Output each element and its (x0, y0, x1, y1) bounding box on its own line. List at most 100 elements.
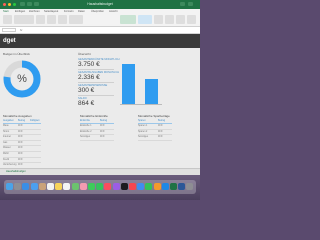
table-cell[interactable]: Miete (3, 124, 18, 129)
ribbon-tab-5[interactable]: Daten (78, 9, 85, 14)
bold-icon[interactable] (36, 15, 45, 24)
facetime-icon[interactable] (96, 183, 104, 190)
font-box[interactable] (14, 15, 34, 24)
table-cell[interactable]: 00 € (100, 124, 114, 129)
autosave-icon[interactable] (20, 2, 25, 6)
ribbon-tab-6[interactable]: Überprüfen (91, 9, 104, 14)
sheet-title: dget (3, 38, 16, 44)
table-cell[interactable]: 00 € (18, 146, 30, 151)
ribbon-tab-0[interactable]: Start (3, 9, 8, 14)
search-icon[interactable] (180, 2, 185, 6)
table-cell[interactable]: 00 € (18, 141, 30, 146)
table-row[interactable]: Sonstiges00 € (138, 135, 172, 141)
safari-icon[interactable] (22, 183, 30, 190)
pages-icon[interactable] (153, 183, 161, 190)
table-cell[interactable] (30, 158, 41, 163)
launchpad-icon[interactable] (14, 183, 22, 190)
table-cell[interactable]: Sonstiges (138, 135, 158, 140)
column-header[interactable]: Einkünfte (80, 119, 100, 123)
conditional-format-icon[interactable] (120, 15, 136, 24)
column-header[interactable]: Sparen (138, 119, 158, 123)
ribbon-tab-7[interactable]: Ansicht (109, 9, 118, 14)
table-cell[interactable]: Mobil (3, 152, 18, 157)
table-cell[interactable] (30, 146, 41, 151)
column-header[interactable]: Betrag (18, 119, 30, 123)
excel-icon[interactable] (170, 183, 177, 190)
format-as-table-icon[interactable] (138, 15, 152, 24)
table-cell[interactable]: Sonstiges (80, 135, 100, 140)
table-cell[interactable]: Einkünfte 2 (80, 130, 100, 135)
ribbon-tab-4[interactable]: Formeln (64, 9, 74, 14)
reminders-icon[interactable] (63, 183, 71, 190)
messages-icon[interactable] (88, 183, 95, 190)
table-cell[interactable]: Sparen 1 (138, 124, 158, 129)
table-cell[interactable]: Strom (3, 130, 18, 135)
table-cell[interactable]: 00 € (158, 135, 172, 140)
table-cell[interactable]: 00 € (18, 158, 30, 163)
kpi-savings-value: 300 € (78, 87, 95, 94)
table-cell[interactable]: Sparen 2 (138, 130, 158, 135)
share-icon[interactable] (187, 15, 196, 24)
tv-icon[interactable] (120, 183, 128, 190)
minimize-window-icon[interactable] (8, 3, 11, 6)
table-cell[interactable]: 00 € (158, 130, 172, 135)
photos-icon[interactable] (79, 183, 87, 190)
app-store-icon[interactable] (161, 183, 169, 190)
column-header[interactable]: Betrag (158, 119, 172, 123)
column-header[interactable]: Betrag (100, 119, 114, 123)
table-cell[interactable]: 00 € (158, 124, 172, 129)
table-cell[interactable]: 00 € (100, 130, 114, 135)
table-cell[interactable]: 00 € (18, 152, 30, 157)
table-cell[interactable]: 00 € (18, 130, 30, 135)
numbers-icon[interactable] (145, 183, 153, 190)
maps-icon[interactable] (71, 183, 79, 190)
table-cell[interactable]: Kredit (3, 158, 18, 163)
table-cell[interactable] (30, 135, 41, 140)
close-window-icon[interactable] (3, 3, 6, 6)
table-cell[interactable]: 00 € (18, 124, 30, 129)
mail-icon[interactable] (30, 183, 38, 190)
wrap-icon[interactable] (58, 15, 67, 24)
paste-icon[interactable] (3, 15, 12, 24)
table-1: Monatliche Einkünfte Einkünfte Betrag Einkü… (80, 114, 114, 141)
ribbon: Start Einfügen Zeichnen Seitenlayout Formeln… (0, 9, 200, 27)
account-icon[interactable] (188, 2, 193, 6)
ribbon-tab-1[interactable]: Einfügen (15, 9, 25, 14)
column-header[interactable]: Fälligkeit (30, 119, 41, 123)
editing-icon[interactable] (165, 15, 174, 24)
table-cell[interactable]: 00 € (100, 135, 114, 140)
table-cell[interactable]: Internet (3, 135, 18, 140)
zoom-window-icon[interactable] (13, 3, 16, 6)
finder-icon[interactable] (6, 183, 13, 190)
calendar-icon[interactable] (47, 183, 54, 190)
keynote-icon[interactable] (137, 183, 145, 190)
cells-icon[interactable] (154, 15, 163, 24)
podcasts-icon[interactable] (112, 183, 120, 190)
undo-icon[interactable] (34, 2, 39, 6)
table-cell[interactable] (30, 124, 41, 129)
ribbon-tab-3[interactable]: Seitenlayout (44, 9, 58, 14)
fx-icon[interactable]: fx (20, 27, 22, 33)
table-cell[interactable]: Einkünfte 1 (80, 124, 100, 129)
table-cell[interactable] (30, 152, 41, 157)
news-icon[interactable] (129, 183, 136, 190)
table-cell[interactable] (30, 141, 41, 146)
align-icon[interactable] (47, 15, 56, 24)
table-cell[interactable]: Gas (3, 141, 18, 146)
save-icon[interactable] (27, 2, 32, 6)
table-cell[interactable]: 00 € (18, 135, 30, 140)
notes-icon[interactable] (55, 183, 63, 190)
table-cell[interactable]: Wasser (3, 146, 18, 151)
analyze-icon[interactable] (176, 15, 185, 24)
name-box[interactable] (2, 28, 16, 32)
number-format-box[interactable] (69, 15, 83, 24)
kpi-divider (78, 82, 114, 83)
table-cell[interactable] (30, 130, 41, 135)
word-icon[interactable] (178, 183, 186, 190)
table-row[interactable]: Sonstiges00 € (80, 135, 114, 141)
ribbon-tab-2[interactable]: Zeichnen (29, 9, 40, 14)
contacts-icon[interactable] (38, 183, 46, 190)
music-icon[interactable] (104, 183, 112, 190)
settings-icon[interactable] (186, 183, 194, 190)
column-header[interactable]: Ausgaben (3, 119, 18, 123)
